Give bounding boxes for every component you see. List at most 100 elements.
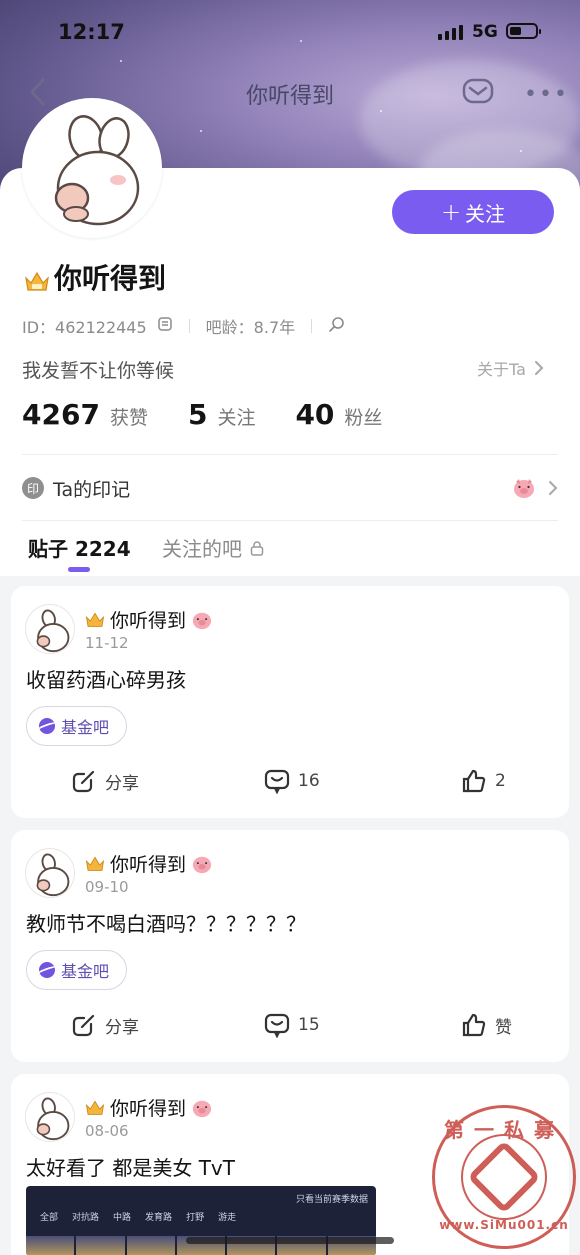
pig-icon (192, 612, 212, 629)
network-label: 5G (472, 22, 498, 42)
profile-tabs: 贴子 2224 关注的吧 (0, 528, 580, 576)
post-image[interactable]: 只看当前赛季数据 全部 对抗路 中路 发育路 打野 游走 (26, 1186, 376, 1255)
signature: 我发誓不让你等候 (22, 360, 175, 382)
watermark-seal: 第一私募 www.SiMu001.cn (432, 1105, 576, 1249)
status-bar: 12:17 5G (0, 18, 580, 48)
forum-name: 基金吧 (61, 718, 110, 737)
share-icon (72, 770, 95, 793)
about-label: 关于Ta (477, 360, 526, 379)
thumbs-up-icon (462, 1013, 486, 1037)
post-avatar[interactable] (25, 848, 75, 898)
divider (22, 520, 558, 521)
thumbs-up-icon (462, 769, 486, 793)
fans-label: 粉丝 (344, 407, 383, 429)
comment-count: 15 (298, 1015, 320, 1035)
tab-followed-bars-label: 关注的吧 (162, 537, 242, 561)
like-count: 2 (495, 771, 506, 791)
like-button[interactable]: 2 (461, 768, 506, 794)
share-button[interactable]: 分享 (71, 1012, 139, 1038)
about-link[interactable]: 关于Ta (477, 356, 544, 380)
post-author[interactable]: 你听得到 (85, 606, 213, 633)
post-avatar[interactable] (25, 1092, 75, 1142)
status-time: 12:17 (58, 20, 125, 44)
post-text[interactable]: 收留药酒心碎男孩 (26, 664, 186, 693)
post-text[interactable]: 教师节不喝白酒吗？？？？？？ (26, 908, 306, 937)
crown-icon (85, 1100, 105, 1115)
more-icon[interactable]: ••• (524, 82, 569, 107)
thumb-tab: 全部 (40, 1213, 59, 1223)
share-icon (72, 1014, 95, 1037)
crown-icon (24, 266, 50, 291)
bar-age: 吧龄：8.7年 (205, 318, 296, 337)
pig-icon (192, 856, 212, 873)
comment-count: 16 (298, 771, 320, 791)
tab-indicator (68, 567, 90, 572)
post-card[interactable]: 你听得到 09-10 教师节不喝白酒吗？？？？？？ 基金吧 分享 15 赞 (11, 830, 569, 1062)
post-actions: 分享 15 赞 (11, 1012, 569, 1042)
planet-icon (39, 962, 55, 978)
thumb-note: 只看当前赛季数据 (295, 1195, 368, 1205)
share-label: 分享 (105, 773, 139, 794)
comment-button[interactable]: 15 (264, 1012, 320, 1038)
user-id: ID：462122445 (22, 318, 147, 337)
planet-icon (39, 718, 55, 734)
mark-label: Ta的印记 (53, 478, 131, 501)
divider (22, 454, 558, 455)
seal-icon: 印 (22, 477, 44, 499)
signal-icon (438, 24, 463, 40)
post-actions: 分享 16 2 (11, 768, 569, 798)
post-date: 11-12 (85, 634, 129, 652)
crown-icon (85, 612, 105, 627)
tab-followed-bars[interactable]: 关注的吧 (162, 533, 264, 562)
tab-posts[interactable]: 贴子 2224 (28, 533, 131, 562)
post-card[interactable]: 你听得到 11-12 收留药酒心碎男孩 基金吧 分享 16 2 (11, 586, 569, 818)
pig-icon (192, 1100, 212, 1117)
crown-icon (85, 856, 105, 871)
follow-button[interactable]: + 关注 (392, 190, 554, 234)
post-date: 09-10 (85, 878, 129, 896)
profile-stats: 4267 获赞 5 关注 40 粉丝 (22, 398, 422, 431)
forum-name: 基金吧 (61, 962, 110, 981)
divider (188, 319, 190, 333)
post-author[interactable]: 你听得到 (85, 850, 213, 877)
location-search-icon[interactable] (328, 315, 346, 337)
avatar[interactable] (22, 98, 162, 238)
forum-tag[interactable]: 基金吧 (26, 706, 128, 746)
username-text: 你听得到 (54, 262, 167, 295)
share-label: 分享 (105, 1017, 139, 1038)
plus-icon: + (440, 198, 462, 226)
chevron-right-icon (549, 481, 558, 495)
divider (311, 319, 313, 333)
post-avatar[interactable] (25, 604, 75, 654)
like-button[interactable]: 赞 (461, 1012, 512, 1038)
thumb-tab: 中路 (113, 1213, 132, 1223)
copy-icon[interactable] (157, 316, 173, 336)
thumb-tab: 打野 (186, 1213, 205, 1223)
post-author-name: 你听得到 (110, 1098, 187, 1120)
seal-bottom-text: www.SiMu001.cn (439, 1218, 569, 1232)
share-button[interactable]: 分享 (71, 768, 139, 794)
likes-count[interactable]: 4267 (22, 398, 100, 431)
comment-button[interactable]: 16 (264, 768, 320, 794)
following-count[interactable]: 5 (188, 398, 207, 431)
post-author[interactable]: 你听得到 (85, 1094, 213, 1121)
comment-icon (264, 769, 290, 794)
pig-icon (514, 479, 534, 498)
profile-username: 你听得到 (24, 257, 166, 297)
post-author-name: 你听得到 (110, 854, 187, 876)
message-icon[interactable] (462, 76, 494, 110)
profile-meta: ID：462122445 吧龄：8.7年 (22, 314, 346, 338)
thumb-tab-bar: 全部 对抗路 中路 发育路 打野 游走 (26, 1210, 376, 1230)
fans-count[interactable]: 40 (295, 398, 334, 431)
post-text[interactable]: 太好看了 都是美女 TvT (26, 1152, 235, 1181)
post-date: 08-06 (85, 1122, 129, 1140)
forum-tag[interactable]: 基金吧 (26, 950, 128, 990)
battery-icon (506, 23, 541, 39)
chevron-right-icon (534, 361, 544, 375)
post-author-name: 你听得到 (110, 610, 187, 632)
following-label: 关注 (217, 407, 256, 429)
thumb-tab: 发育路 (145, 1213, 173, 1223)
home-indicator[interactable] (186, 1237, 394, 1244)
mark-row[interactable]: 印 Ta的印记 (22, 472, 558, 504)
likes-label: 获赞 (109, 407, 148, 429)
